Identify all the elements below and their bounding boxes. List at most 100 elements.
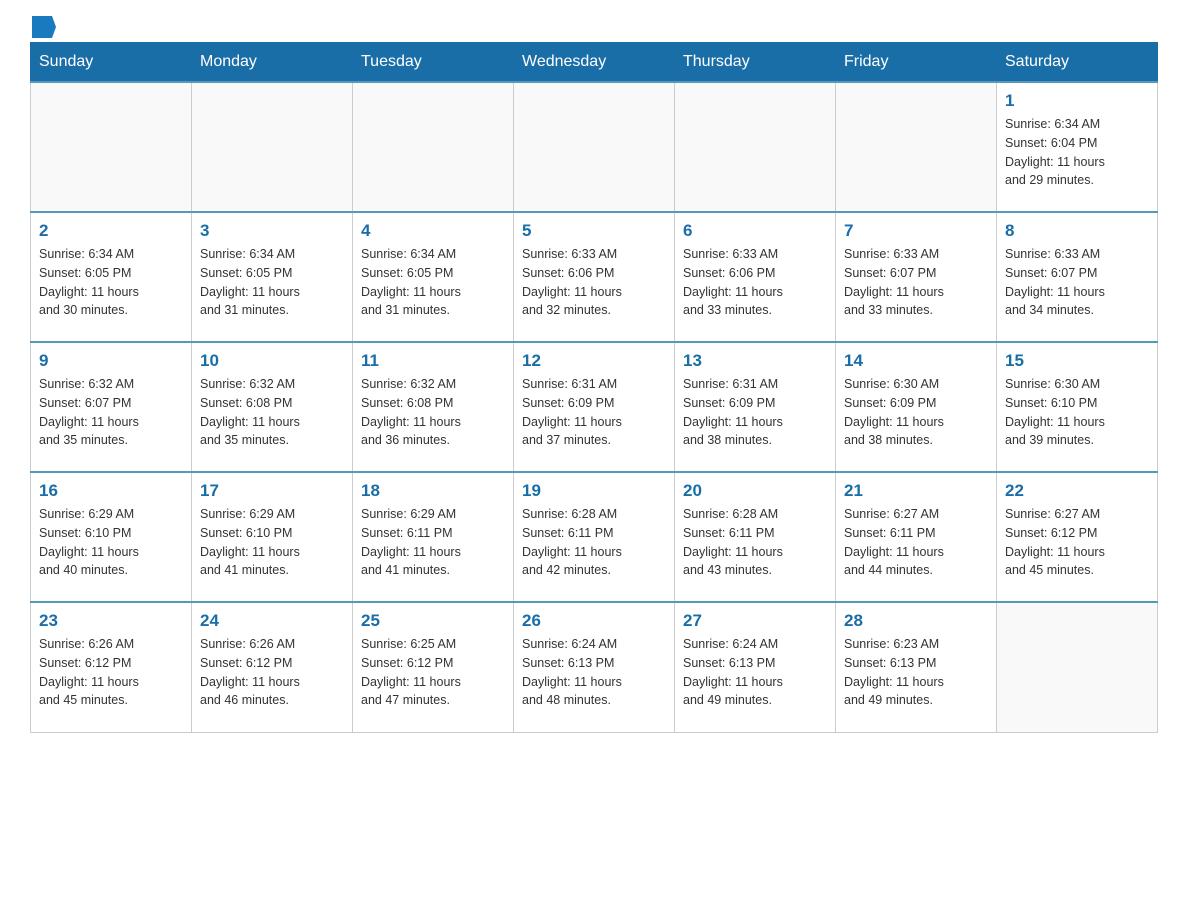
day-info: Sunrise: 6:26 AM Sunset: 6:12 PM Dayligh… bbox=[39, 635, 183, 710]
day-number: 11 bbox=[361, 351, 505, 371]
day-info: Sunrise: 6:30 AM Sunset: 6:10 PM Dayligh… bbox=[1005, 375, 1149, 450]
calendar-cell: 22 Sunrise: 6:27 AM Sunset: 6:12 PM Dayli… bbox=[997, 472, 1158, 602]
day-info: Sunrise: 6:25 AM Sunset: 6:12 PM Dayligh… bbox=[361, 635, 505, 710]
week-row: 16 Sunrise: 6:29 AM Sunset: 6:10 PM Dayli… bbox=[31, 472, 1158, 602]
calendar-cell bbox=[31, 82, 192, 212]
calendar-header-row: Sunday Monday Tuesday Wednesday Thursday… bbox=[31, 43, 1158, 83]
day-info: Sunrise: 6:33 AM Sunset: 6:07 PM Dayligh… bbox=[844, 245, 988, 320]
calendar-cell bbox=[997, 602, 1158, 732]
day-number: 26 bbox=[522, 611, 666, 631]
day-number: 17 bbox=[200, 481, 344, 501]
day-info: Sunrise: 6:29 AM Sunset: 6:10 PM Dayligh… bbox=[200, 505, 344, 580]
calendar-cell bbox=[353, 82, 514, 212]
day-info: Sunrise: 6:24 AM Sunset: 6:13 PM Dayligh… bbox=[683, 635, 827, 710]
calendar-cell: 14 Sunrise: 6:30 AM Sunset: 6:09 PM Dayli… bbox=[836, 342, 997, 472]
calendar-cell: 27Sunrise: 6:24 AM Sunset: 6:13 PM Dayli… bbox=[675, 602, 836, 732]
calendar-cell: 25 Sunrise: 6:25 AM Sunset: 6:12 PM Dayli… bbox=[353, 602, 514, 732]
calendar-cell: 26 Sunrise: 6:24 AM Sunset: 6:13 PM Dayli… bbox=[514, 602, 675, 732]
logo bbox=[30, 20, 56, 32]
calendar-cell: 23 Sunrise: 6:26 AM Sunset: 6:12 PM Dayli… bbox=[31, 602, 192, 732]
logo-flag-icon bbox=[32, 16, 56, 38]
day-number: 9 bbox=[39, 351, 183, 371]
calendar-cell: 10Sunrise: 6:32 AM Sunset: 6:08 PM Dayli… bbox=[192, 342, 353, 472]
day-info: Sunrise: 6:28 AM Sunset: 6:11 PM Dayligh… bbox=[522, 505, 666, 580]
day-number: 24 bbox=[200, 611, 344, 631]
calendar-cell: 15 Sunrise: 6:30 AM Sunset: 6:10 PM Dayli… bbox=[997, 342, 1158, 472]
day-info: Sunrise: 6:29 AM Sunset: 6:11 PM Dayligh… bbox=[361, 505, 505, 580]
calendar-cell: 24 Sunrise: 6:26 AM Sunset: 6:12 PM Dayli… bbox=[192, 602, 353, 732]
day-number: 13 bbox=[683, 351, 827, 371]
day-number: 7 bbox=[844, 221, 988, 241]
page-header bbox=[30, 20, 1158, 32]
day-info: Sunrise: 6:32 AM Sunset: 6:08 PM Dayligh… bbox=[361, 375, 505, 450]
day-info: Sunrise: 6:27 AM Sunset: 6:11 PM Dayligh… bbox=[844, 505, 988, 580]
day-number: 19 bbox=[522, 481, 666, 501]
calendar-cell: 8Sunrise: 6:33 AM Sunset: 6:07 PM Daylig… bbox=[997, 212, 1158, 342]
day-number: 15 bbox=[1005, 351, 1149, 371]
col-monday: Monday bbox=[192, 43, 353, 83]
day-info: Sunrise: 6:34 AM Sunset: 6:04 PM Dayligh… bbox=[1005, 115, 1149, 190]
day-info: Sunrise: 6:34 AM Sunset: 6:05 PM Dayligh… bbox=[361, 245, 505, 320]
day-info: Sunrise: 6:31 AM Sunset: 6:09 PM Dayligh… bbox=[522, 375, 666, 450]
day-number: 1 bbox=[1005, 91, 1149, 111]
day-number: 14 bbox=[844, 351, 988, 371]
day-info: Sunrise: 6:32 AM Sunset: 6:08 PM Dayligh… bbox=[200, 375, 344, 450]
day-info: Sunrise: 6:34 AM Sunset: 6:05 PM Dayligh… bbox=[39, 245, 183, 320]
week-row: 9 Sunrise: 6:32 AM Sunset: 6:07 PM Daylig… bbox=[31, 342, 1158, 472]
day-info: Sunrise: 6:32 AM Sunset: 6:07 PM Dayligh… bbox=[39, 375, 183, 450]
day-info: Sunrise: 6:33 AM Sunset: 6:06 PM Dayligh… bbox=[522, 245, 666, 320]
calendar-cell bbox=[192, 82, 353, 212]
day-number: 16 bbox=[39, 481, 183, 501]
day-info: Sunrise: 6:24 AM Sunset: 6:13 PM Dayligh… bbox=[522, 635, 666, 710]
calendar-cell: 11 Sunrise: 6:32 AM Sunset: 6:08 PM Dayli… bbox=[353, 342, 514, 472]
week-row: 2Sunrise: 6:34 AM Sunset: 6:05 PM Daylig… bbox=[31, 212, 1158, 342]
col-friday: Friday bbox=[836, 43, 997, 83]
day-number: 5 bbox=[522, 221, 666, 241]
day-number: 25 bbox=[361, 611, 505, 631]
calendar-cell: 3 Sunrise: 6:34 AM Sunset: 6:05 PM Daylig… bbox=[192, 212, 353, 342]
calendar-cell: 19 Sunrise: 6:28 AM Sunset: 6:11 PM Dayli… bbox=[514, 472, 675, 602]
day-number: 6 bbox=[683, 221, 827, 241]
col-saturday: Saturday bbox=[997, 43, 1158, 83]
calendar-cell: 13 Sunrise: 6:31 AM Sunset: 6:09 PM Dayli… bbox=[675, 342, 836, 472]
calendar-cell bbox=[836, 82, 997, 212]
col-wednesday: Wednesday bbox=[514, 43, 675, 83]
day-info: Sunrise: 6:31 AM Sunset: 6:09 PM Dayligh… bbox=[683, 375, 827, 450]
day-number: 8 bbox=[1005, 221, 1149, 241]
day-number: 18 bbox=[361, 481, 505, 501]
day-number: 23 bbox=[39, 611, 183, 631]
col-tuesday: Tuesday bbox=[353, 43, 514, 83]
day-number: 22 bbox=[1005, 481, 1149, 501]
calendar-cell: 18 Sunrise: 6:29 AM Sunset: 6:11 PM Dayli… bbox=[353, 472, 514, 602]
calendar-cell: 21Sunrise: 6:27 AM Sunset: 6:11 PM Dayli… bbox=[836, 472, 997, 602]
calendar-cell: 12 Sunrise: 6:31 AM Sunset: 6:09 PM Dayli… bbox=[514, 342, 675, 472]
calendar-cell: 16 Sunrise: 6:29 AM Sunset: 6:10 PM Dayli… bbox=[31, 472, 192, 602]
calendar-cell bbox=[514, 82, 675, 212]
day-number: 3 bbox=[200, 221, 344, 241]
day-info: Sunrise: 6:28 AM Sunset: 6:11 PM Dayligh… bbox=[683, 505, 827, 580]
day-info: Sunrise: 6:29 AM Sunset: 6:10 PM Dayligh… bbox=[39, 505, 183, 580]
col-thursday: Thursday bbox=[675, 43, 836, 83]
day-info: Sunrise: 6:26 AM Sunset: 6:12 PM Dayligh… bbox=[200, 635, 344, 710]
calendar-table: Sunday Monday Tuesday Wednesday Thursday… bbox=[30, 42, 1158, 733]
calendar-cell: 9 Sunrise: 6:32 AM Sunset: 6:07 PM Daylig… bbox=[31, 342, 192, 472]
week-row: 1 Sunrise: 6:34 AM Sunset: 6:04 PM Daylig… bbox=[31, 82, 1158, 212]
calendar-cell: 17 Sunrise: 6:29 AM Sunset: 6:10 PM Dayli… bbox=[192, 472, 353, 602]
calendar-cell: 5 Sunrise: 6:33 AM Sunset: 6:06 PM Daylig… bbox=[514, 212, 675, 342]
day-info: Sunrise: 6:30 AM Sunset: 6:09 PM Dayligh… bbox=[844, 375, 988, 450]
calendar-cell: 28Sunrise: 6:23 AM Sunset: 6:13 PM Dayli… bbox=[836, 602, 997, 732]
day-number: 28 bbox=[844, 611, 988, 631]
col-sunday: Sunday bbox=[31, 43, 192, 83]
day-number: 12 bbox=[522, 351, 666, 371]
calendar-cell: 20Sunrise: 6:28 AM Sunset: 6:11 PM Dayli… bbox=[675, 472, 836, 602]
day-number: 4 bbox=[361, 221, 505, 241]
day-info: Sunrise: 6:27 AM Sunset: 6:12 PM Dayligh… bbox=[1005, 505, 1149, 580]
calendar-cell: 4 Sunrise: 6:34 AM Sunset: 6:05 PM Daylig… bbox=[353, 212, 514, 342]
calendar-cell: 6 Sunrise: 6:33 AM Sunset: 6:06 PM Daylig… bbox=[675, 212, 836, 342]
calendar-cell bbox=[675, 82, 836, 212]
week-row: 23 Sunrise: 6:26 AM Sunset: 6:12 PM Dayli… bbox=[31, 602, 1158, 732]
calendar-cell: 7 Sunrise: 6:33 AM Sunset: 6:07 PM Daylig… bbox=[836, 212, 997, 342]
day-info: Sunrise: 6:33 AM Sunset: 6:06 PM Dayligh… bbox=[683, 245, 827, 320]
day-info: Sunrise: 6:34 AM Sunset: 6:05 PM Dayligh… bbox=[200, 245, 344, 320]
calendar-cell: 1 Sunrise: 6:34 AM Sunset: 6:04 PM Daylig… bbox=[997, 82, 1158, 212]
